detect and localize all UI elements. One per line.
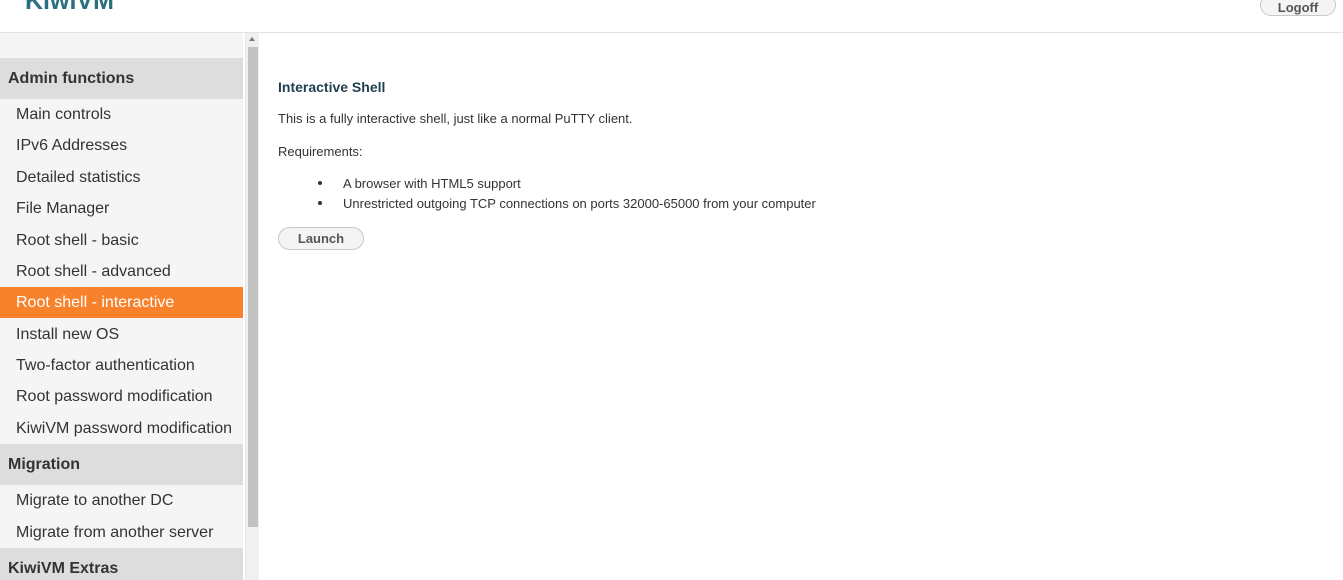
sidebar-item-install-new-os[interactable]: Install new OS [0, 319, 243, 350]
sidebar: Admin functions Main controls IPv6 Addre… [0, 33, 243, 580]
sidebar-item-root-shell-basic[interactable]: Root shell - basic [0, 225, 243, 256]
list-item: A browser with HTML5 support [278, 176, 816, 196]
sidebar-item-ipv6-addresses[interactable]: IPv6 Addresses [0, 130, 243, 161]
requirement-text: Unrestricted outgoing TCP connections on… [343, 196, 816, 211]
section-header-admin-functions: Admin functions [0, 58, 243, 99]
sidebar-item-migrate-to-another-dc[interactable]: Migrate to another DC [0, 485, 243, 516]
launch-button[interactable]: Launch [278, 227, 364, 250]
sidebar-item-root-shell-advanced[interactable]: Root shell - advanced [0, 256, 243, 287]
scrollbar-thumb[interactable] [248, 47, 258, 527]
sidebar-scrollbar[interactable] [245, 33, 259, 580]
sidebar-item-migrate-from-another-server[interactable]: Migrate from another server [0, 517, 243, 548]
section-header-migration: Migration [0, 444, 243, 485]
page-title: Interactive Shell [278, 79, 386, 95]
requirement-text: A browser with HTML5 support [343, 176, 521, 191]
requirements-label: Requirements: [278, 144, 363, 159]
bullet-icon [318, 201, 322, 205]
kiwivm-logo: KiwiVM [25, 0, 114, 15]
logoff-button[interactable]: Logoff [1260, 0, 1336, 16]
list-item: Unrestricted outgoing TCP connections on… [278, 196, 816, 216]
sidebar-item-root-password-modification[interactable]: Root password modification [0, 381, 243, 412]
sidebar-item-two-factor-authentication[interactable]: Two-factor authentication [0, 350, 243, 381]
requirements-list: A browser with HTML5 support Unrestricte… [278, 176, 816, 216]
scroll-up-arrow-icon[interactable] [249, 37, 255, 41]
sidebar-item-kiwivm-password-modification[interactable]: KiwiVM password modification [0, 413, 243, 444]
section-header-kiwivm-extras: KiwiVM Extras [0, 548, 243, 580]
sidebar-item-detailed-statistics[interactable]: Detailed statistics [0, 162, 243, 193]
top-bar: KiwiVM Logoff [0, 0, 1343, 33]
sidebar-item-root-shell-interactive[interactable]: Root shell - interactive [0, 287, 243, 318]
shell-description: This is a fully interactive shell, just … [278, 111, 633, 126]
bullet-icon [318, 181, 322, 185]
sidebar-item-main-controls[interactable]: Main controls [0, 99, 243, 130]
sidebar-item-file-manager[interactable]: File Manager [0, 193, 243, 224]
